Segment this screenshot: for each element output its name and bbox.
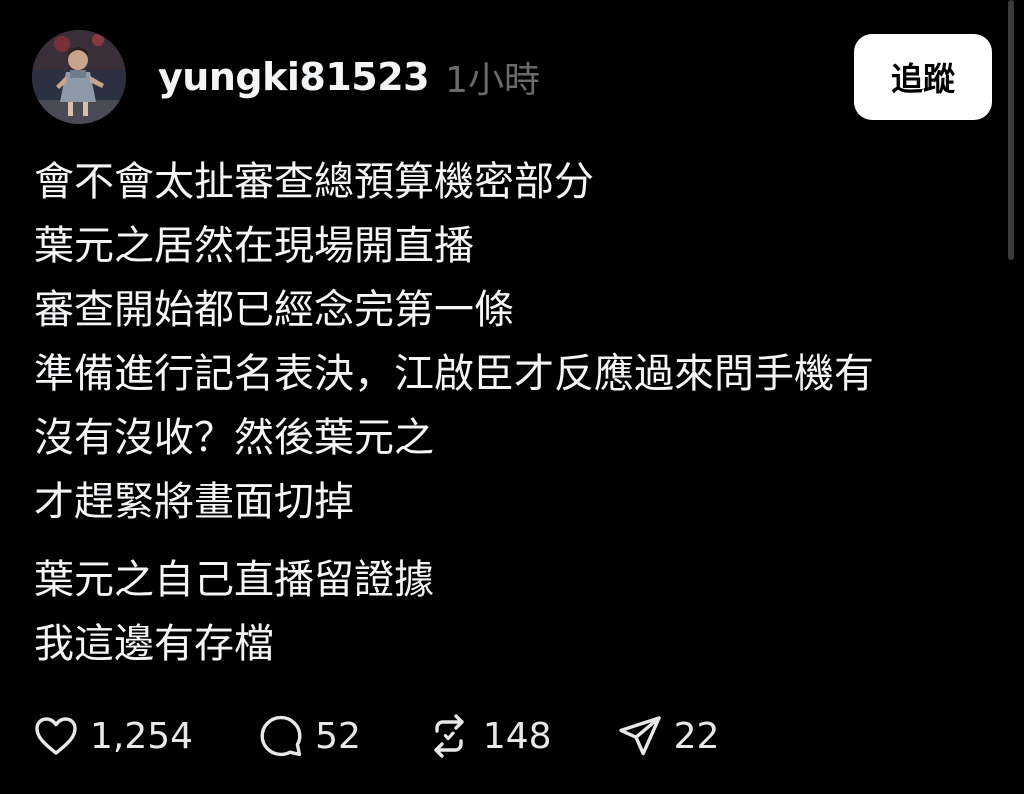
body-line: 葉元之居然在現場開直播 (34, 223, 474, 269)
like-button[interactable]: 1,254 (32, 712, 193, 760)
paragraph: 會不會太扯審查總預算機密部分 葉元之居然在現場開直播 審查開始都已經念完第一條 … (34, 150, 994, 534)
body-line: 審查開始都已經念完第一條 (34, 287, 514, 333)
thread-post: yungki81523 1小時 追蹤 會不會太扯審查總預算機密部分 葉元之居然在… (0, 0, 1024, 794)
like-count: 1,254 (90, 715, 194, 757)
body-line: 沒有沒收？然後葉元之 (34, 415, 434, 461)
scrollbar[interactable] (1008, 0, 1014, 260)
share-count: 22 (673, 715, 720, 757)
body-line: 準備進行記名表決，江啟臣才反應過來問手機有 (34, 351, 874, 397)
body-line: 我這邊有存檔 (34, 621, 274, 667)
post-header: yungki81523 1小時 (158, 50, 540, 104)
avatar-photo-icon (32, 30, 126, 124)
post-body: 會不會太扯審查總預算機密部分 葉元之居然在現場開直播 審查開始都已經念完第一條 … (34, 150, 994, 676)
paragraph: 葉元之自己直播留證據 我這邊有存檔 (34, 548, 994, 676)
username[interactable]: yungki81523 (158, 55, 430, 99)
share-button[interactable]: 22 (616, 712, 720, 760)
comment-icon (260, 715, 302, 757)
action-bar: 1,254 52 148 22 (32, 708, 783, 764)
timestamp: 1小時 (445, 60, 540, 101)
repost-count: 148 (482, 715, 552, 757)
body-line: 才趕緊將畫面切掉 (34, 479, 354, 525)
repost-icon (434, 714, 464, 758)
reply-count: 52 (315, 715, 361, 757)
body-line: 會不會太扯審查總預算機密部分 (34, 159, 594, 205)
body-line: 葉元之自己直播留證據 (34, 557, 434, 603)
follow-button[interactable]: 追蹤 (854, 34, 992, 120)
send-icon (618, 716, 661, 756)
avatar[interactable] (32, 30, 126, 124)
reply-button[interactable]: 52 (257, 712, 361, 760)
repost-button[interactable]: 148 (425, 712, 552, 760)
heart-icon (35, 717, 77, 755)
